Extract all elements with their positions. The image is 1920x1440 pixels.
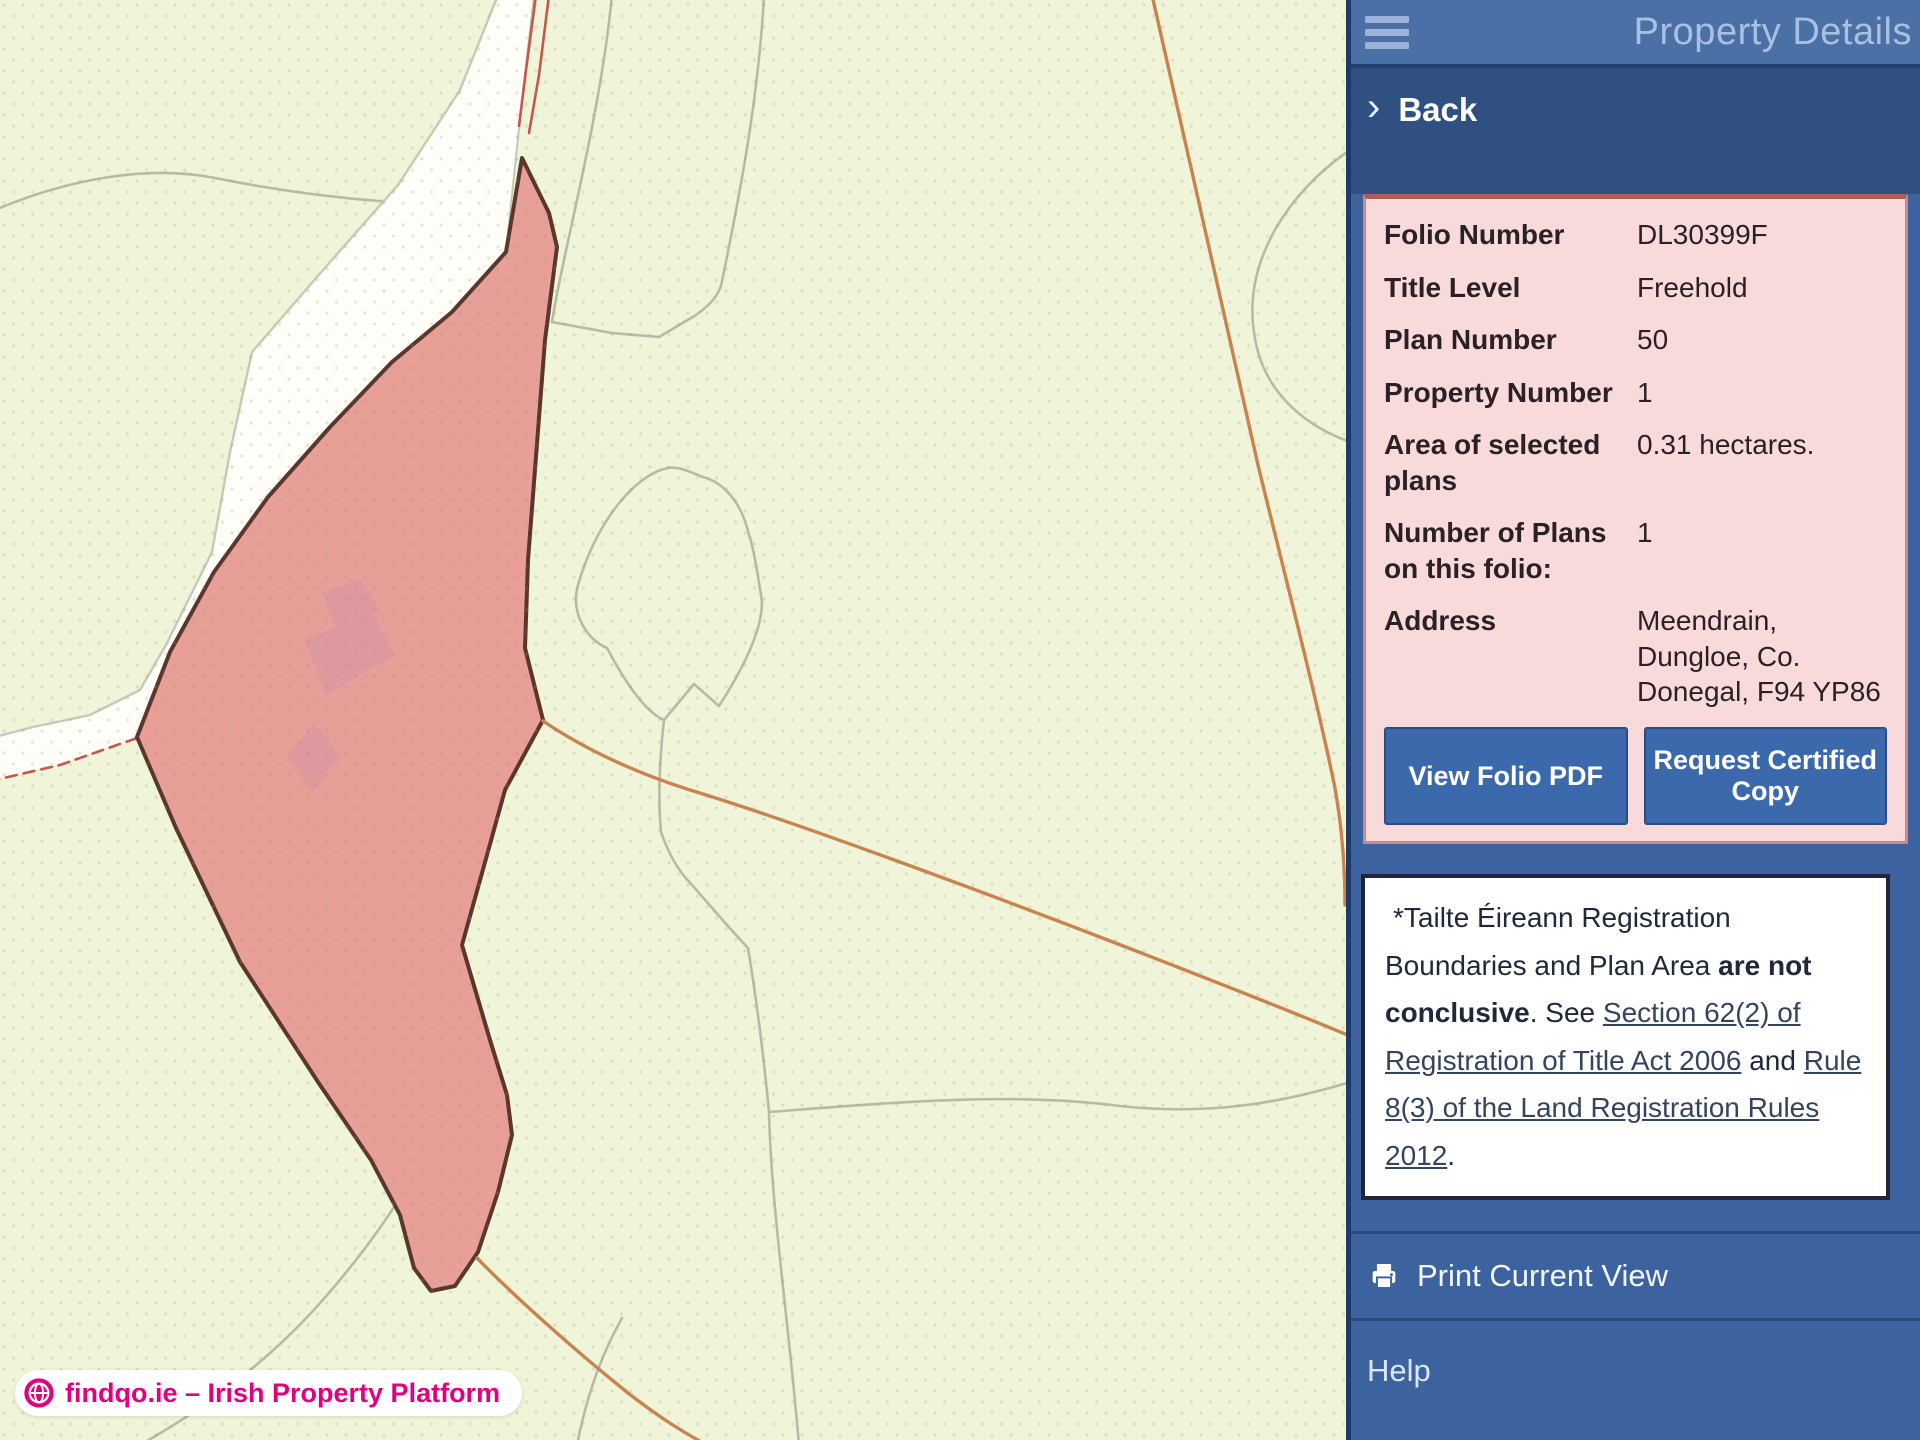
help-label: Help [1367,1353,1431,1388]
back-label: Back [1398,91,1477,129]
map-texture [0,0,1346,1440]
print-current-view-button[interactable]: Print Current View [1351,1231,1920,1321]
folio-details-panel: Folio Number DL30399F Title Level Freeho… [1363,194,1908,844]
sidebar-header: Property Details [1351,0,1920,64]
property-details-sidebar: Property Details › Back Folio Number DL3… [1346,0,1920,1440]
detail-row-title-level: Title Level Freehold [1384,270,1887,306]
view-folio-pdf-button[interactable]: View Folio PDF [1384,727,1628,825]
chevron-right-icon: › [1367,87,1380,127]
print-label: Print Current View [1417,1258,1668,1294]
disclaimer-and: and [1741,1045,1803,1076]
detail-row-property-number: Property Number 1 [1384,375,1887,411]
menu-icon[interactable] [1365,16,1409,49]
help-button[interactable]: Help [1351,1321,1920,1389]
map-canvas[interactable] [0,0,1346,1440]
back-section: › Back [1351,64,1920,194]
printer-icon [1367,1259,1401,1293]
findqo-badge[interactable]: findqo.ie – Irish Property Platform [15,1370,522,1416]
detail-row-plan-count: Number of Plans on this folio: 1 [1384,515,1887,586]
disclaimer-see: . See [1530,997,1603,1028]
detail-row-folio-number: Folio Number DL30399F [1384,217,1887,253]
detail-row-address: Address Meendrain, Dungloe, Co. Donegal,… [1384,603,1887,710]
detail-row-plan-number: Plan Number 50 [1384,322,1887,358]
badge-text: findqo.ie – Irish Property Platform [65,1378,500,1409]
app-window: Property Details › Back Folio Number DL3… [0,0,1920,1440]
detail-row-area: Area of selected plans 0.31 hectares. [1384,427,1887,498]
back-button[interactable]: › Back [1351,68,1920,152]
panel-actions: View Folio PDF Request Certified Copy [1384,727,1887,825]
disclaimer-prefix: *Tailte Éireann Registration Boundaries … [1385,902,1731,981]
request-certified-copy-button[interactable]: Request Certified Copy [1644,727,1888,825]
disclaimer-period: . [1447,1140,1455,1171]
globe-icon [23,1377,55,1409]
page-title: Property Details [1409,11,1920,54]
boundaries-disclaimer: *Tailte Éireann Registration Boundaries … [1361,874,1890,1200]
